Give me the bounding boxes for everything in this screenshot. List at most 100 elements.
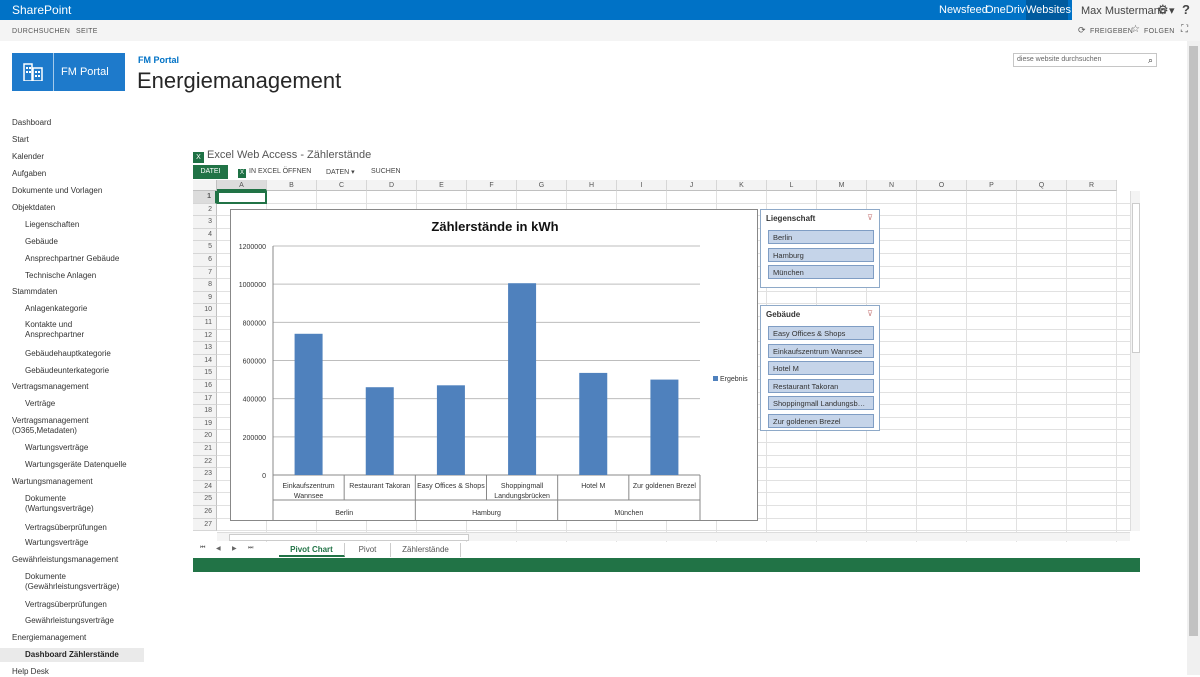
nav-item[interactable]: Gebäudeunterkategorie <box>25 366 109 376</box>
websites-link[interactable]: Websites <box>1026 0 1071 20</box>
active-cell[interactable] <box>217 191 267 204</box>
nav-item[interactable]: Anlagenkategorie <box>25 304 87 314</box>
sheet-tab-pivot-chart[interactable]: Pivot Chart <box>279 543 345 557</box>
nav-item[interactable]: Help Desk <box>12 667 49 677</box>
nav-item[interactable]: Dokumente (Wartungsverträge) <box>25 494 94 514</box>
column-header[interactable]: R <box>1067 180 1117 191</box>
follow-star-icon[interactable]: ☆ <box>1131 24 1140 35</box>
slicer-item[interactable]: Restaurant Takoran <box>768 378 874 393</box>
nav-item[interactable]: Kalender <box>12 152 44 162</box>
nav-item[interactable]: Gebäude <box>25 237 58 247</box>
column-header[interactable]: P <box>967 180 1017 191</box>
nav-item[interactable]: Vertragsmanagement (O365,Metadaten) <box>12 416 89 436</box>
slicer-item[interactable]: Hotel M <box>768 361 874 376</box>
sharepoint-brand[interactable]: SharePoint <box>12 3 71 17</box>
column-header[interactable]: A <box>217 180 267 191</box>
row-header[interactable]: 26 <box>193 506 217 519</box>
nav-item[interactable]: Objektdaten <box>12 203 55 213</box>
nav-item[interactable]: Dokumente und Vorlagen <box>12 186 102 196</box>
slicer-gebaeude[interactable]: Gebäude ⊽ Easy Offices & Shops Einkaufsze… <box>760 305 880 431</box>
column-header[interactable]: B <box>267 180 317 191</box>
column-header[interactable]: J <box>667 180 717 191</box>
column-header[interactable]: Q <box>1017 180 1067 191</box>
grid-horizontal-scrollbar[interactable] <box>217 532 1130 541</box>
slicer-item[interactable]: Hamburg <box>768 247 874 262</box>
row-header[interactable]: 16 <box>193 380 217 393</box>
first-sheet-icon[interactable]: ⏮ <box>200 545 205 552</box>
page-scrollbar[interactable] <box>1187 41 1200 675</box>
row-header[interactable]: 7 <box>193 266 217 280</box>
ribbon-tab-page[interactable]: SEITE <box>76 28 98 35</box>
share-icon[interactable]: ⟳ <box>1078 25 1086 36</box>
column-header[interactable]: N <box>867 180 917 191</box>
nav-item[interactable]: Gebäudehauptkategorie <box>25 349 111 359</box>
slicer-item[interactable]: Shoppingmall Landungsb… <box>768 396 874 411</box>
nav-item[interactable]: Vertragsmanagement <box>12 382 89 392</box>
nav-item[interactable]: Stammdaten <box>12 287 57 297</box>
column-header[interactable]: M <box>817 180 867 191</box>
slicer-liegenschaft[interactable]: Liegenschaft ⊽ Berlin Hamburg München <box>760 209 880 288</box>
nav-item[interactable]: Dashboard Zählerstände <box>0 648 144 662</box>
last-sheet-icon[interactable]: ⏭ <box>248 545 253 552</box>
sheet-tab-zaehlerstaende[interactable]: Zählerstände <box>391 543 461 557</box>
sheet-tab-pivot[interactable]: Pivot <box>345 543 391 557</box>
row-header[interactable]: 18 <box>193 405 217 418</box>
column-header[interactable]: F <box>467 180 517 191</box>
open-in-excel-button[interactable]: X IN EXCEL ÖFFNEN <box>238 168 311 178</box>
nav-item[interactable]: Liegenschaften <box>25 220 79 230</box>
help-icon[interactable]: ? <box>1182 2 1190 17</box>
column-header[interactable]: K <box>717 180 767 191</box>
nav-item[interactable]: Technische Anlagen <box>25 271 96 281</box>
row-header[interactable]: 9 <box>193 291 217 305</box>
column-header[interactable]: L <box>767 180 817 191</box>
nav-item[interactable]: Ansprechpartner Gebäude <box>25 254 119 264</box>
slicer-item[interactable]: Easy Offices & Shops <box>768 326 874 340</box>
clear-filter-icon[interactable]: ⊽ <box>867 213 873 222</box>
column-header[interactable]: C <box>317 180 367 191</box>
nav-item[interactable]: Gewährleistungsmanagement <box>12 555 118 565</box>
nav-item[interactable]: Verträge <box>25 399 55 409</box>
slicer-item[interactable]: Zur goldenen Brezel <box>768 414 874 428</box>
select-all-corner[interactable] <box>193 180 217 191</box>
row-header[interactable]: 2 <box>193 203 217 217</box>
row-header[interactable]: 14 <box>193 354 217 368</box>
nav-item[interactable]: Gewährleistungsverträge <box>25 616 114 626</box>
nav-item[interactable]: Wartungsmanagement <box>12 477 93 487</box>
follow-button[interactable]: FOLGEN <box>1144 28 1175 35</box>
row-header[interactable]: 17 <box>193 392 217 406</box>
slicer-item[interactable]: Berlin <box>768 230 874 244</box>
data-menu-button[interactable]: DATEN ▾ <box>326 168 355 176</box>
row-header[interactable]: 23 <box>193 468 217 481</box>
user-menu[interactable]: Max Mustermann ▾ ⚙ ? <box>1072 0 1200 20</box>
row-header[interactable]: 19 <box>193 417 217 431</box>
nav-item[interactable]: Wartungsgeräte Datenquelle <box>25 460 127 470</box>
ribbon-tab-browse[interactable]: DURCHSUCHEN <box>12 28 70 35</box>
site-logo[interactable]: FM Portal <box>12 53 125 91</box>
column-header[interactable]: H <box>567 180 617 191</box>
column-header[interactable]: I <box>617 180 667 191</box>
nav-item[interactable]: Vertragsüberprüfungen <box>25 600 107 610</box>
row-header[interactable]: 15 <box>193 367 217 380</box>
row-header[interactable]: 1 <box>193 191 217 204</box>
nav-item[interactable]: Aufgaben <box>12 169 46 179</box>
nav-item[interactable]: Energiemanagement <box>12 633 86 643</box>
slicer-item[interactable]: München <box>768 265 874 280</box>
nav-item[interactable]: Start <box>12 135 29 145</box>
column-header[interactable]: D <box>367 180 417 191</box>
row-header[interactable]: 24 <box>193 480 217 494</box>
focus-content-icon[interactable]: ⛶ <box>1181 24 1188 35</box>
breadcrumb[interactable]: FM Portal <box>138 55 179 65</box>
column-header[interactable]: G <box>517 180 567 191</box>
onedrive-link[interactable]: OneDrive <box>985 4 1031 16</box>
nav-item[interactable]: Vertragsüberprüfungen <box>25 523 107 533</box>
row-header[interactable]: 6 <box>193 254 217 267</box>
nav-item[interactable]: Dashboard <box>12 118 51 128</box>
grid-vertical-scrollbar[interactable] <box>1130 191 1140 531</box>
clear-filter-icon[interactable]: ⊽ <box>867 309 873 318</box>
pivot-chart[interactable]: Zählerstände in kWh 0 200000 400000 600000 80… <box>230 209 758 521</box>
row-header[interactable]: 10 <box>193 304 217 317</box>
row-header[interactable]: 27 <box>193 518 217 532</box>
next-sheet-icon[interactable]: ▶ <box>232 545 237 552</box>
row-header[interactable]: 4 <box>193 228 217 242</box>
column-header[interactable]: O <box>917 180 967 191</box>
